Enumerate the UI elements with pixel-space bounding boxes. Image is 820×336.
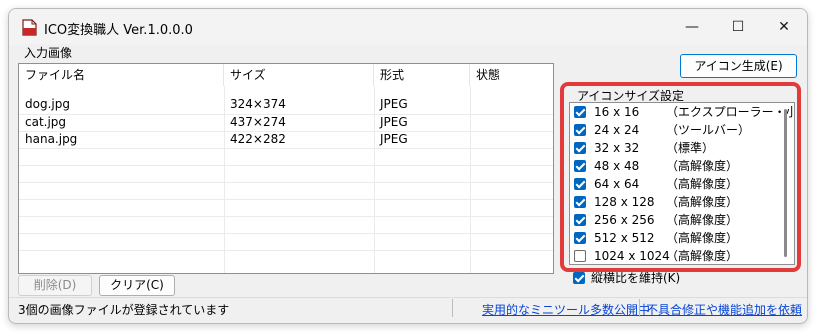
title-bar[interactable]: ICO変換職人 Ver.1.0.0.0 — ☐ ✕: [9, 9, 807, 45]
maximize-button[interactable]: ☐: [715, 11, 761, 43]
statusbar-separator: [639, 299, 640, 317]
window-title: ICO変換職人 Ver.1.0.0.0: [44, 23, 193, 38]
cell-filename: dog.jpg: [25, 97, 70, 111]
app-window: ICO変換職人 Ver.1.0.0.0 — ☐ ✕ 入力画像 ファイル名 サイズ…: [8, 8, 808, 324]
cell-format: JPEG: [380, 132, 408, 146]
table-row[interactable]: dog.jpg 324×374 JPEG: [19, 96, 553, 113]
cell-size: 437×274: [230, 115, 286, 129]
file-list[interactable]: ファイル名 サイズ 形式 状態 dog.jpg 324×374 JPEG cat…: [18, 63, 554, 274]
column-header-filename[interactable]: ファイル名: [19, 64, 224, 86]
cell-size: 324×374: [230, 97, 286, 111]
row-divider: [19, 233, 553, 234]
table-row[interactable]: cat.jpg 437×274 JPEG: [19, 114, 553, 131]
generate-icon-button[interactable]: アイコン生成(E): [680, 54, 797, 78]
cell-format: JPEG: [380, 115, 408, 129]
input-group-label: 入力画像: [23, 44, 74, 61]
row-divider: [19, 182, 553, 183]
status-message: 3個の画像ファイルが登録されています: [18, 303, 230, 317]
tools-link[interactable]: 実用的なミニツール多数公開中: [482, 301, 650, 318]
minimize-button[interactable]: —: [669, 11, 715, 43]
row-divider: [19, 250, 553, 251]
close-button[interactable]: ✕: [761, 11, 807, 43]
row-divider: [19, 165, 553, 166]
column-header-format[interactable]: 形式: [374, 64, 470, 86]
table-row[interactable]: hana.jpg 422×282 JPEG: [19, 131, 553, 148]
statusbar-divider: [9, 297, 807, 298]
row-divider: [19, 148, 553, 149]
keep-aspect-checkbox[interactable]: [573, 272, 585, 284]
cell-size: 422×282: [230, 132, 286, 146]
app-icon: [22, 19, 37, 36]
row-divider: [19, 216, 553, 217]
cell-filename: hana.jpg: [25, 132, 78, 146]
clear-button[interactable]: クリア(C): [99, 275, 175, 296]
delete-button[interactable]: 削除(D): [18, 275, 92, 296]
cell-format: JPEG: [380, 97, 408, 111]
cell-filename: cat.jpg: [25, 115, 67, 129]
highlight-frame: [560, 82, 801, 272]
row-divider: [19, 199, 553, 200]
request-link[interactable]: 不具合修正や機能追加を依頼: [646, 301, 802, 318]
statusbar-separator: [452, 299, 453, 317]
column-header-size[interactable]: サイズ: [224, 64, 374, 86]
column-header-status[interactable]: 状態: [470, 64, 553, 86]
